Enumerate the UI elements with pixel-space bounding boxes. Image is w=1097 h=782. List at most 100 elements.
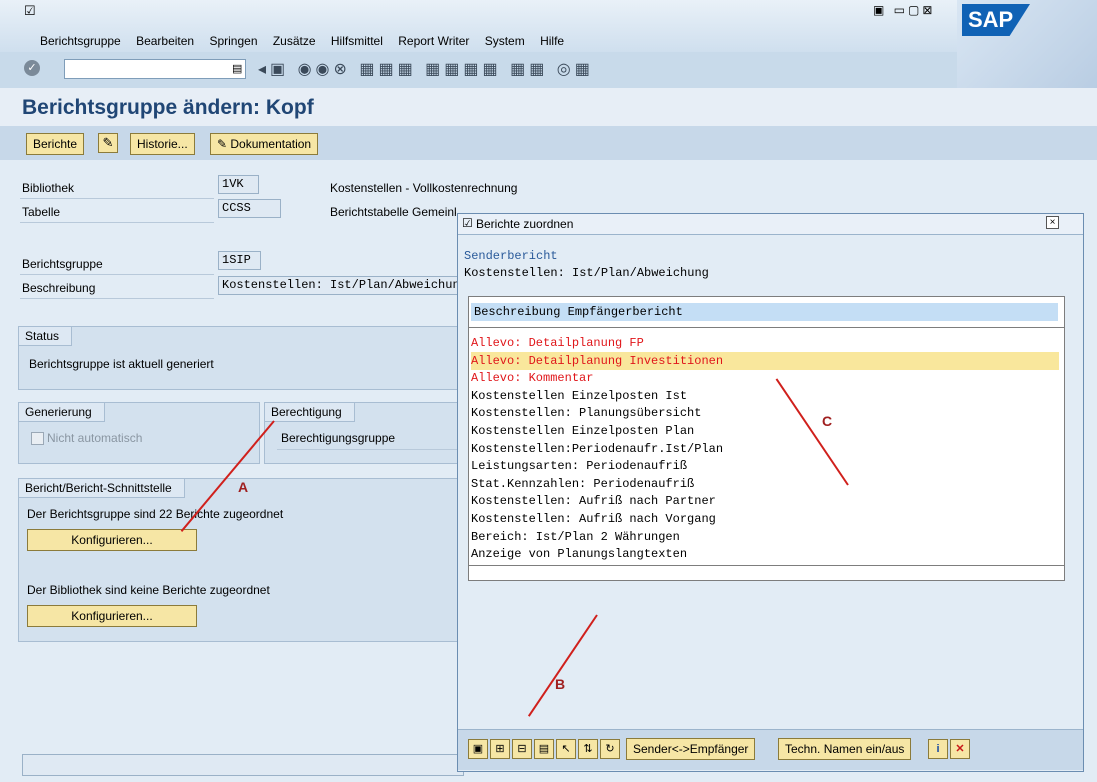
- bibliothek-field[interactable]: 1VK: [218, 175, 259, 194]
- list-bottom-divider: [469, 565, 1064, 566]
- list-item[interactable]: Leistungsarten: Periodenaufriß: [471, 457, 1059, 475]
- generierung-title: Generierung: [19, 403, 105, 422]
- dialog-title: Berichte zuordnen: [476, 217, 574, 231]
- divider: [20, 274, 214, 275]
- info-icon[interactable]: i: [928, 739, 948, 759]
- save-icon[interactable]: ▣: [468, 739, 488, 759]
- dokumentation-label: Dokumentation: [230, 137, 312, 151]
- list-item[interactable]: Stat.Kennzahlen: Periodenaufriß: [471, 475, 1059, 493]
- schnittstelle-text-2: Der Bibliothek sind keine Berichte zugeo…: [27, 583, 270, 597]
- berichtsgruppe-label: Berichtsgruppe: [22, 257, 103, 271]
- menu-bar: ☑ Berichtsgruppe Bearbeiten Springen Zus…: [0, 0, 1097, 52]
- system-toolbar: ✓ ▤ ◂▣ ◉◉⊗ ▦▦▦ ▦▦▦▦ ▦▦ ◎▦: [0, 52, 1097, 89]
- menu-zusaetze[interactable]: Zusätze: [273, 34, 316, 48]
- menu-items: Berichtsgruppe Bearbeiten Springen Zusät…: [40, 34, 576, 48]
- list-item[interactable]: Kostenstellen Einzelposten Ist: [471, 387, 1059, 405]
- menu-report-writer[interactable]: Report Writer: [398, 34, 469, 48]
- divider: [277, 449, 457, 450]
- beschreibung-label: Beschreibung: [22, 281, 96, 295]
- header-divider: [469, 327, 1064, 328]
- schnittstelle-text-1: Der Berichtsgruppe sind 22 Berichte zuge…: [27, 507, 284, 521]
- berechtigungsgruppe-label: Berechtigungsgruppe: [281, 431, 396, 445]
- generierung-box: Generierung Nicht automatisch: [18, 402, 260, 464]
- bibliothek-label: Bibliothek: [22, 181, 75, 195]
- annotation-arrow-b: [527, 614, 598, 717]
- nicht-automatisch-label: Nicht automatisch: [47, 431, 143, 445]
- toolbar-icons[interactable]: ◂▣ ◉◉⊗ ▦▦▦ ▦▦▦▦ ▦▦ ◎▦: [258, 59, 594, 79]
- menu-springen[interactable]: Springen: [209, 34, 257, 48]
- list-item[interactable]: Bereich: Ist/Plan 2 Währungen: [471, 528, 1059, 546]
- berichte-zuordnen-dialog: ☑ Berichte zuordnen × Senderbericht Kost…: [457, 213, 1084, 772]
- divider: [20, 198, 214, 199]
- sort-icon[interactable]: ⇅: [578, 739, 598, 759]
- menu-bearbeiten[interactable]: Bearbeiten: [136, 34, 194, 48]
- beschreibung-field[interactable]: Kostenstellen: Ist/Plan/Abweichung: [218, 276, 459, 295]
- list-item[interactable]: Kostenstellen: Aufriß nach Partner: [471, 492, 1059, 510]
- empfaenger-list: Beschreibung Empfängerbericht Allevo: De…: [468, 296, 1065, 581]
- schnittstelle-title: Bericht/Bericht-Schnittstelle: [19, 479, 185, 498]
- schnittstelle-box: Bericht/Bericht-Schnittstelle Der Berich…: [18, 478, 460, 642]
- refresh-icon[interactable]: ↻: [600, 739, 620, 759]
- edit-icon: ✎: [217, 137, 231, 151]
- enter-icon[interactable]: ✓: [24, 60, 40, 76]
- historie-button[interactable]: Historie...: [130, 133, 195, 155]
- column-header: Beschreibung Empfängerbericht: [471, 303, 1058, 321]
- berichtsgruppe-field[interactable]: 1SIP: [218, 251, 261, 270]
- delete-row-icon[interactable]: ⊟: [512, 739, 532, 759]
- dokumentation-button[interactable]: ✎ Dokumentation: [210, 133, 319, 155]
- dialog-toolbar: ▣ ⊞ ⊟ ▤ ↖ ⇅ ↻ Sender<->Empfänger Techn. …: [458, 729, 1083, 770]
- title-bar: Berichtsgruppe ändern: Kopf: [0, 88, 1097, 126]
- sender-label: Senderbericht: [464, 249, 558, 263]
- sender-empfaenger-button[interactable]: Sender<->Empfänger: [626, 738, 756, 760]
- menu-hilfe[interactable]: Hilfe: [540, 34, 564, 48]
- edit-icon[interactable]: ✎: [98, 133, 118, 153]
- list-item[interactable]: Allevo: Detailplanung Investitionen: [471, 351, 1059, 370]
- sap-logo-mark: SAP: [962, 4, 1030, 36]
- konfigurieren-button-2[interactable]: Konfigurieren...: [27, 605, 197, 627]
- list-item[interactable]: Allevo: Detailplanung FP: [471, 334, 1059, 352]
- sender-value: Kostenstellen: Ist/Plan/Abweichung: [464, 266, 709, 280]
- command-field[interactable]: [64, 59, 246, 79]
- window-menu-icon[interactable]: ☑: [24, 3, 36, 19]
- dialog-title-bar: ☑ Berichte zuordnen ×: [458, 214, 1083, 235]
- list-item[interactable]: Kostenstellen:Periodenaufr.Ist/Plan: [471, 440, 1059, 458]
- list-item[interactable]: Kostenstellen Einzelposten Plan: [471, 422, 1059, 440]
- command-history-icon[interactable]: ▤: [232, 62, 242, 75]
- tabelle-description: Berichtstabelle Gemeinkostencontrolling: [330, 205, 456, 219]
- divider: [20, 222, 214, 223]
- bibliothek-description: Kostenstellen - Vollkostenrechnung: [330, 181, 518, 195]
- insert-icon[interactable]: ▤: [534, 739, 554, 759]
- status-title: Status: [19, 327, 73, 346]
- list-item[interactable]: Kostenstellen: Planungsübersicht: [471, 404, 1059, 422]
- dialog-icon: ☑: [462, 216, 473, 230]
- application-toolbar: Berichte ✎ Historie... ✎ Dokumentation: [0, 126, 1097, 160]
- status-box: Status Berichtsgruppe ist aktuell generi…: [18, 326, 460, 390]
- list-item[interactable]: Kostenstellen: Aufriß nach Vorgang: [471, 510, 1059, 528]
- status-bar: [22, 754, 464, 776]
- cancel-icon[interactable]: ✕: [950, 739, 970, 759]
- window-controls[interactable]: ▣ ▭▢⊠: [873, 3, 935, 17]
- list-item[interactable]: Allevo: Kommentar: [471, 369, 1059, 387]
- berechtigung-box: Berechtigung Berechtigungsgruppe: [264, 402, 460, 464]
- tabelle-field[interactable]: CCSS: [218, 199, 281, 218]
- techn-namen-button[interactable]: Techn. Namen ein/aus: [778, 738, 912, 760]
- divider: [20, 298, 214, 299]
- sap-logo: SAP: [957, 0, 1097, 88]
- nicht-automatisch-checkbox[interactable]: [31, 432, 44, 445]
- berechtigung-title: Berechtigung: [265, 403, 355, 422]
- konfigurieren-button-1[interactable]: Konfigurieren...: [27, 529, 197, 551]
- page-title: Berichtsgruppe ändern: Kopf: [22, 96, 314, 119]
- select-icon[interactable]: ↖: [556, 739, 576, 759]
- annotation-c: C: [822, 413, 833, 429]
- berichte-button[interactable]: Berichte: [26, 133, 85, 155]
- list-item[interactable]: Anzeige von Planungslangtexten: [471, 545, 1059, 563]
- menu-hilfsmittel[interactable]: Hilfsmittel: [331, 34, 383, 48]
- annotation-a: A: [238, 479, 249, 495]
- menu-berichtsgruppe[interactable]: Berichtsgruppe: [40, 34, 121, 48]
- tabelle-label: Tabelle: [22, 205, 61, 219]
- menu-system[interactable]: System: [485, 34, 525, 48]
- annotation-b: B: [555, 676, 566, 692]
- status-text: Berichtsgruppe ist aktuell generiert: [29, 357, 214, 371]
- add-row-icon[interactable]: ⊞: [490, 739, 510, 759]
- close-icon[interactable]: ×: [1046, 216, 1059, 229]
